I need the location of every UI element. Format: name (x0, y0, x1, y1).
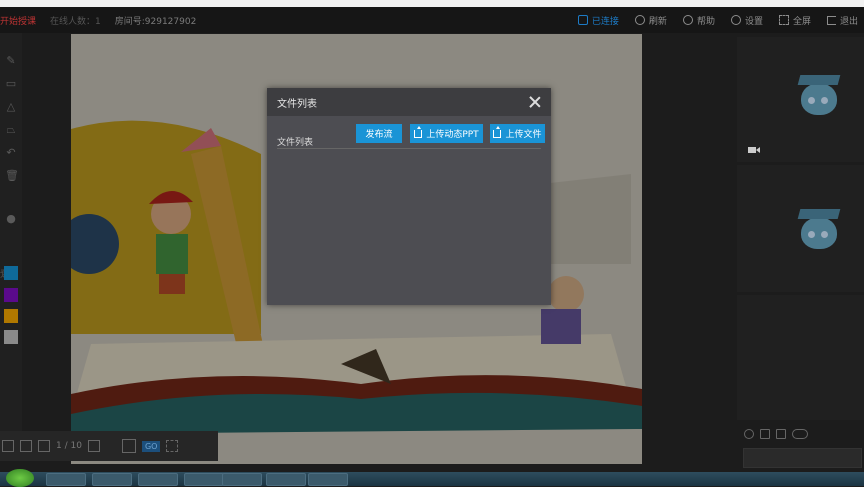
fullscreen-canvas-icon[interactable] (166, 440, 179, 452)
room-number: 房间号:929127902 (114, 16, 197, 27)
dialog-title: 文件列表 (277, 98, 317, 110)
exit-label: 退出 (839, 16, 858, 27)
taskbar-app-qq[interactable] (266, 473, 306, 486)
brush-size-icon[interactable]: ● (5, 213, 17, 225)
upload-icon (493, 125, 502, 138)
fit-width-icon[interactable] (2, 440, 14, 452)
browser-top-strip (0, 0, 864, 7)
color-swatch-gray[interactable] (4, 330, 18, 344)
color-swatch-orange[interactable] (4, 309, 18, 323)
fullscreen-icon (778, 15, 789, 25)
gift-icon[interactable] (776, 429, 786, 439)
os-taskbar (0, 469, 864, 487)
cloud-icon (577, 15, 588, 25)
emoji-icon[interactable] (744, 429, 754, 439)
refresh-label: 刷新 (648, 16, 667, 27)
taskbar-app-media[interactable] (92, 473, 132, 486)
image-icon[interactable] (760, 429, 770, 439)
help-icon (682, 15, 693, 25)
fullscreen-label: 全屏 (792, 16, 811, 27)
chat-panel (737, 295, 864, 420)
student-video-panel (737, 165, 864, 292)
file-list-label: 文件列表 (277, 138, 314, 148)
page-indicator: 1 / 10 (56, 441, 82, 451)
start-class-label[interactable]: 开始授课 (0, 14, 36, 27)
upload-ppt-label: 上传动态PPT (426, 130, 479, 140)
color-swatch-blue[interactable] (4, 266, 18, 280)
upload-file-button[interactable]: 上传文件 (490, 124, 545, 143)
go-button[interactable]: GO (141, 440, 161, 452)
color-swatch-purple[interactable] (4, 288, 18, 302)
drawing-toolbar: ✎ ▭ △ ⏢ ↶ 🗑 ● 划 (0, 33, 22, 433)
pencil-icon[interactable]: ✎ (5, 55, 17, 67)
header-info: 开始授课 在线人数：1 房间号:929127902 (0, 14, 196, 27)
taskbar-app-paint[interactable] (308, 473, 348, 486)
settings-button[interactable]: 设置 (730, 14, 763, 27)
dialog-header: 文件列表 (267, 88, 551, 116)
page-number-input[interactable] (121, 439, 136, 453)
online-count: 在线人数：1 (50, 16, 101, 27)
file-list-dialog: 文件列表 文件列表 发布流 上传动态PPT 上传文件 (267, 88, 551, 305)
prev-page-icon[interactable] (38, 440, 50, 452)
avatar (795, 207, 841, 253)
teacher-video-panel (737, 37, 864, 162)
camera-icon[interactable] (748, 146, 760, 154)
trash-icon[interactable]: 🗑 (5, 170, 19, 182)
toggle-switch[interactable] (792, 429, 808, 439)
avatar (795, 73, 841, 119)
fit-height-icon[interactable] (20, 440, 32, 452)
taskbar-app-chrome[interactable] (46, 473, 86, 486)
chat-input[interactable] (743, 448, 862, 468)
help-button[interactable]: 帮助 (682, 14, 715, 27)
next-page-icon[interactable] (87, 440, 100, 452)
upload-icon (414, 125, 423, 138)
pagination-bar: 1 / 10 GO (0, 431, 218, 461)
help-label: 帮助 (696, 16, 715, 27)
exit-icon (826, 15, 836, 25)
publish-stream-button[interactable]: 发布流 (356, 124, 402, 143)
connected-button[interactable]: 已连接 (577, 14, 619, 27)
taskbar-app-chat[interactable] (222, 473, 262, 486)
header-actions: 已连接 刷新 帮助 设置 全屏 退出 (577, 7, 858, 33)
taskbar-app-editor[interactable] (184, 473, 224, 486)
settings-label: 设置 (744, 16, 763, 27)
refresh-button[interactable]: 刷新 (634, 14, 667, 27)
trapezoid-icon[interactable]: ⏢ (5, 124, 17, 136)
upload-file-label: 上传文件 (505, 130, 542, 140)
divider (277, 148, 541, 149)
refresh-icon (634, 15, 645, 25)
close-icon[interactable] (529, 96, 541, 108)
triangle-icon[interactable]: △ (5, 101, 17, 113)
gear-icon (730, 15, 741, 25)
top-header: 开始授课 在线人数：1 房间号:929127902 已连接 刷新 帮助 设置 全… (0, 7, 864, 33)
connected-label: 已连接 (591, 16, 619, 27)
undo-icon[interactable]: ↶ (5, 147, 17, 159)
rectangle-icon[interactable]: ▭ (5, 78, 17, 90)
exit-button[interactable]: 退出 (826, 14, 858, 27)
start-button[interactable] (6, 469, 34, 487)
fullscreen-button[interactable]: 全屏 (778, 14, 811, 27)
publish-stream-label: 发布流 (365, 130, 393, 140)
upload-ppt-button[interactable]: 上传动态PPT (410, 124, 483, 143)
chat-tools (744, 429, 808, 439)
taskbar-app-browser[interactable] (138, 473, 178, 486)
